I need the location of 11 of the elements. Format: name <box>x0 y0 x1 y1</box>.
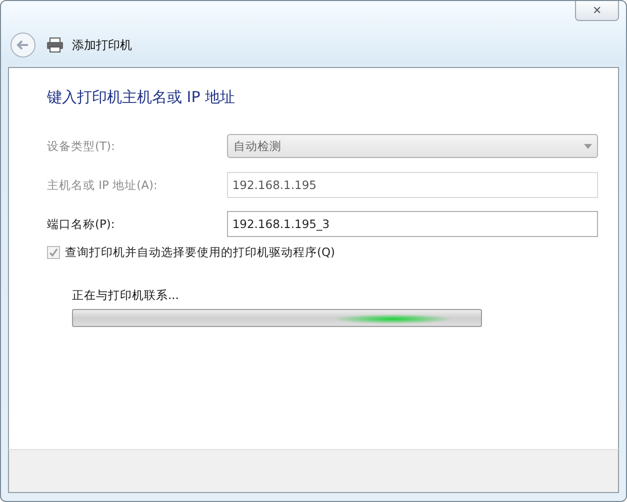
field-label: 端口名称(P): <box>47 216 116 232</box>
printer-icon <box>46 37 64 53</box>
page-heading: 键入打印机主机名或 IP 地址 <box>47 88 236 107</box>
checkbox-label: 查询打印机并自动选择要使用的打印机驱动程序(Q) <box>65 245 336 260</box>
field-label: 设备类型(T): <box>47 138 116 154</box>
window-title: 添加打印机 <box>72 36 132 54</box>
field-label: 主机名或 IP 地址(A): <box>47 178 158 192</box>
status-text: 正在与打印机联系... <box>72 288 180 303</box>
input-field[interactable]: 192.168.1.195_3 <box>227 211 598 237</box>
dropdown-caret-icon <box>584 144 592 148</box>
close-button[interactable]: ✕ <box>575 1 619 21</box>
